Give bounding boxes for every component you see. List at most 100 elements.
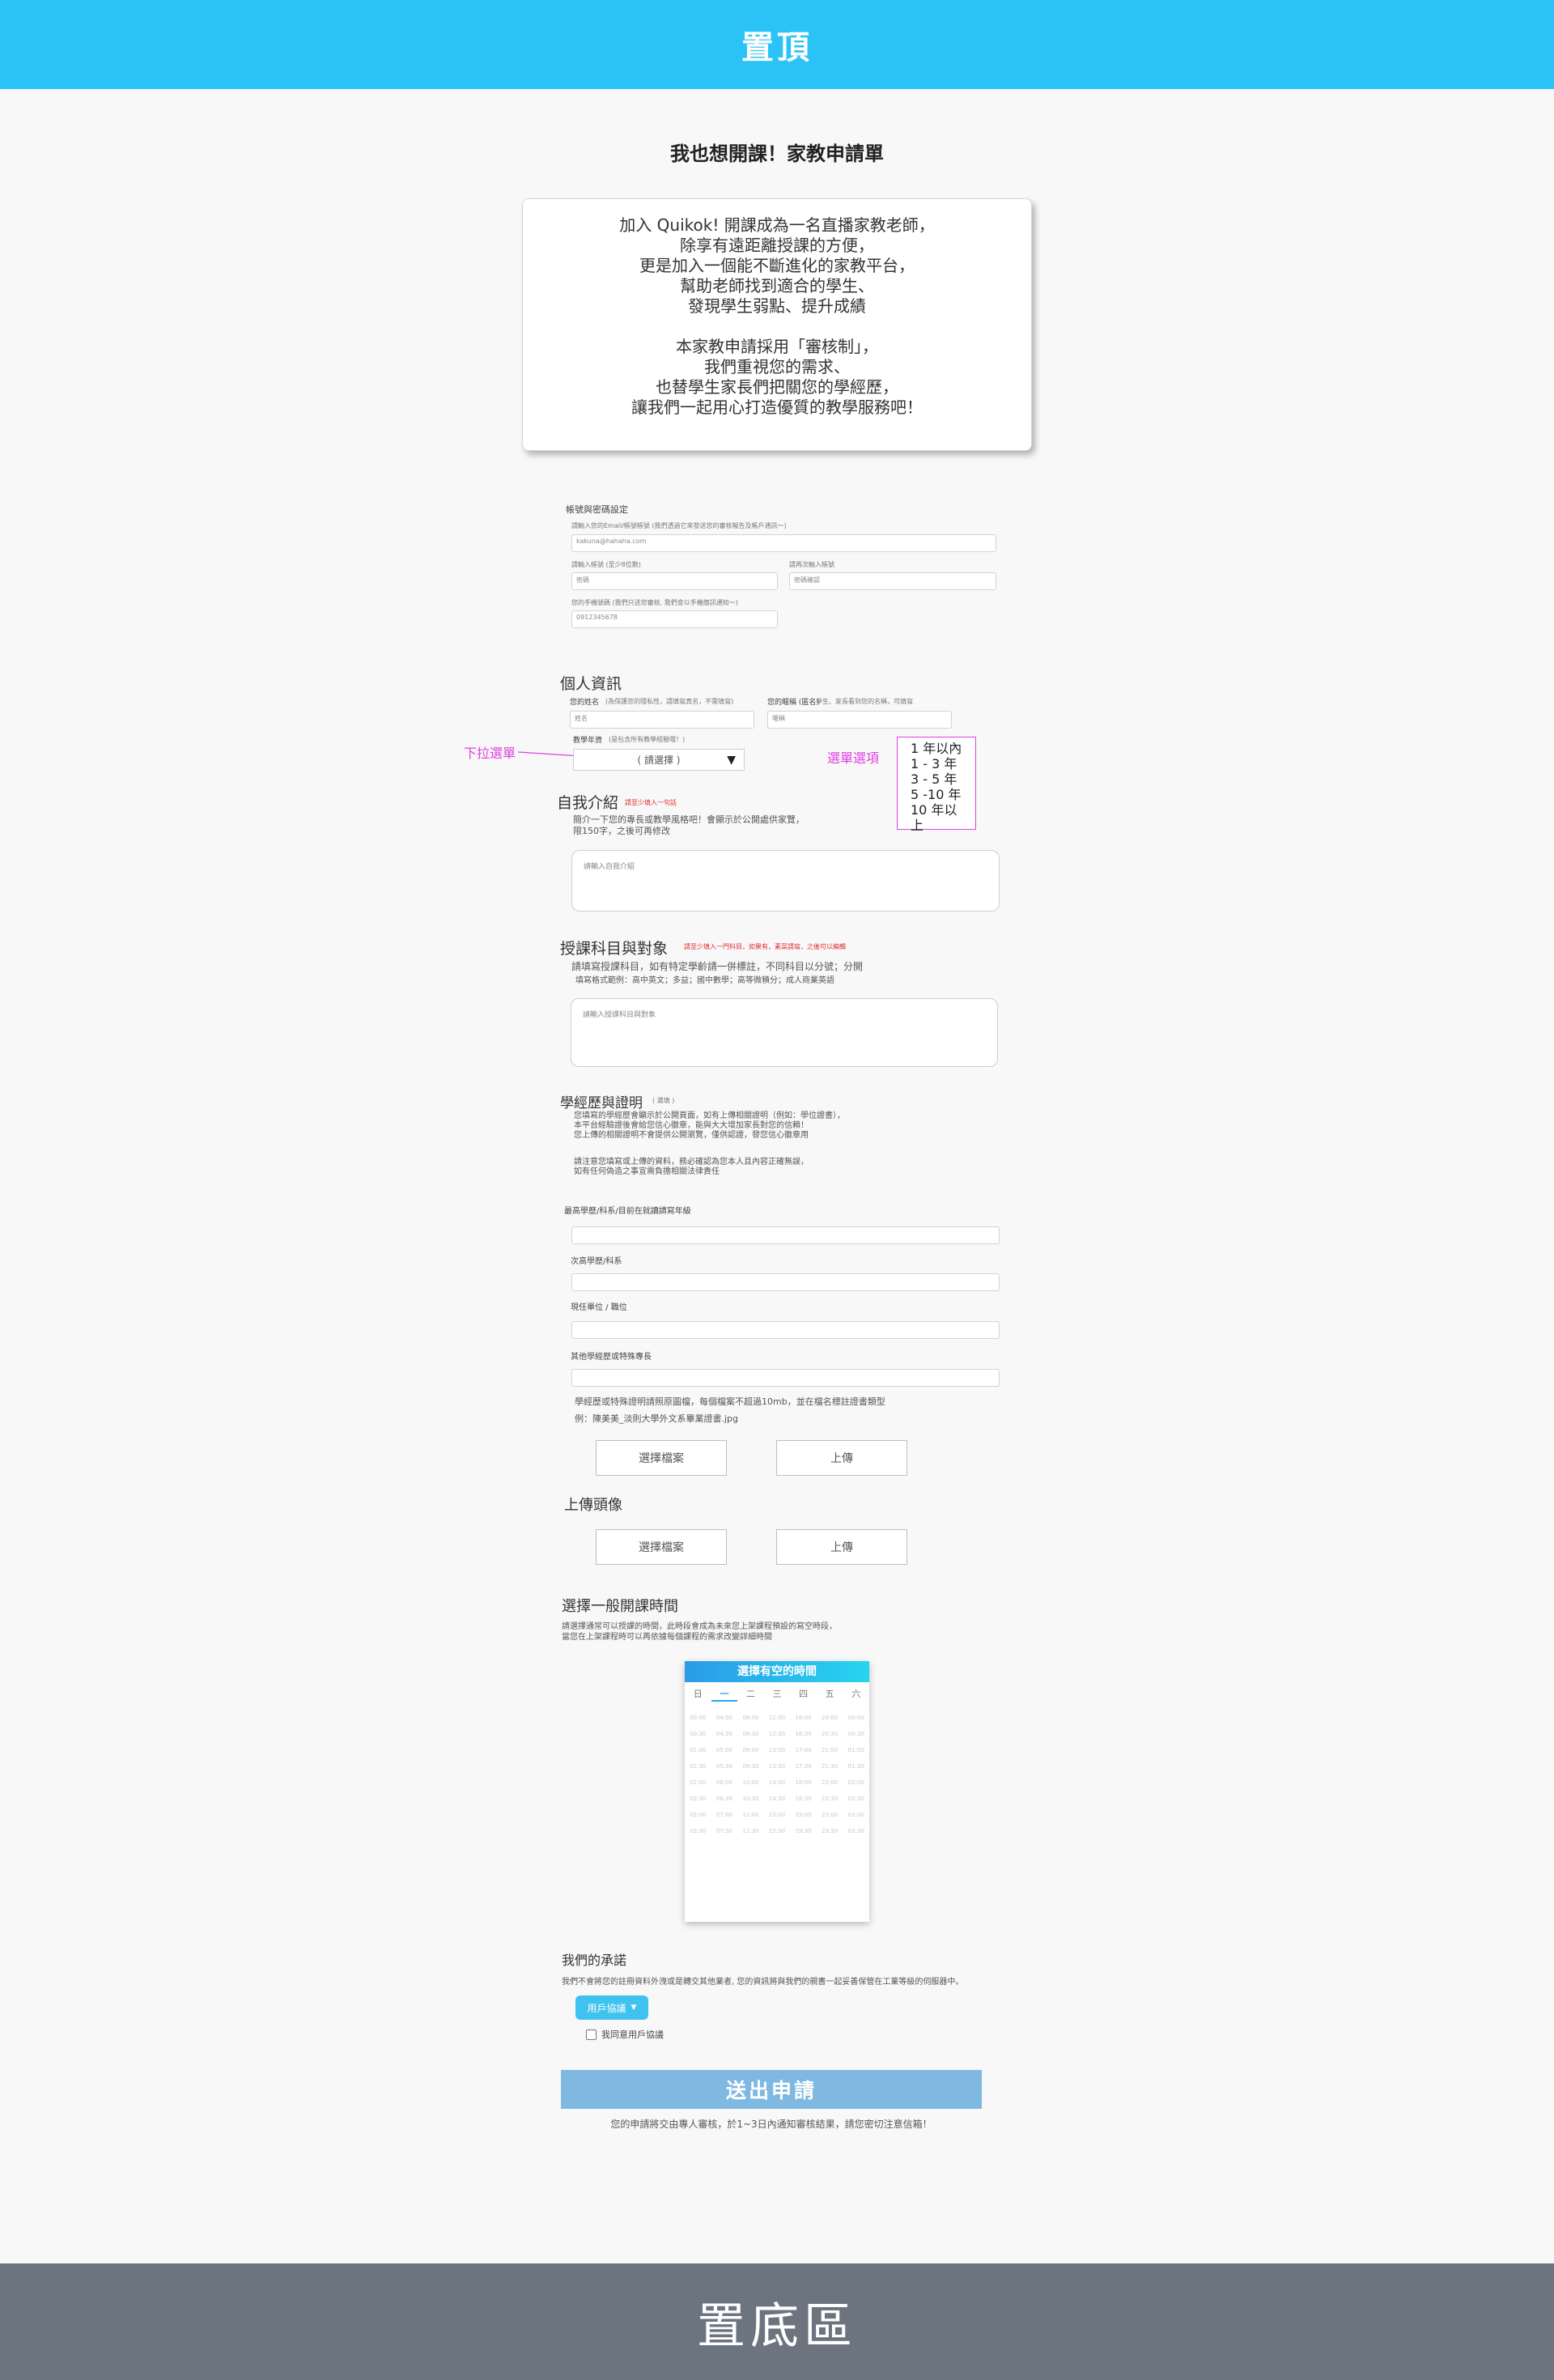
time-slot[interactable]: 09:30: [737, 1763, 764, 1770]
experience-options-list: 1 年以內 1 - 3 年 3 - 5 年 5 -10 年 10 年以上: [897, 737, 976, 833]
time-slot[interactable]: 13:00: [764, 1747, 791, 1753]
time-slot[interactable]: 02:00: [843, 1779, 869, 1786]
time-slot[interactable]: 01:30: [685, 1763, 711, 1770]
time-slot[interactable]: 10:30: [737, 1796, 764, 1802]
phone-field[interactable]: 0912345678: [571, 610, 778, 628]
time-slot[interactable]: 19:00: [790, 1812, 817, 1818]
time-picker: 選擇有空的時間 日 一 二 三 四 五 六 00:00 04:00 08:00 12:…: [685, 1661, 869, 1922]
time-slot[interactable]: 00:00: [843, 1715, 869, 1721]
choose-file-button[interactable]: 選擇檔案: [596, 1440, 727, 1476]
time-slot[interactable]: 23:00: [817, 1812, 843, 1818]
time-slot[interactable]: 18:30: [790, 1796, 817, 1802]
time-slot[interactable]: 19:30: [790, 1828, 817, 1834]
email-field[interactable]: kakuna@hahaha.com: [571, 534, 996, 552]
highest-degree-field[interactable]: [571, 1226, 1000, 1244]
time-slot[interactable]: 00:30: [685, 1731, 711, 1737]
time-slot[interactable]: 07:30: [711, 1828, 738, 1834]
experience-option[interactable]: 3 - 5 年: [911, 771, 962, 787]
agree-checkbox-label: 我同意用戶協議: [601, 2029, 664, 2040]
name-field[interactable]: 姓名: [570, 711, 754, 729]
time-slot[interactable]: 06:00: [711, 1779, 738, 1786]
time-slot[interactable]: 05:30: [711, 1763, 738, 1770]
education-note-line: 請注意您填寫或上傳的資料，務必確認為您本人且內容正確無誤，: [574, 1158, 809, 1167]
time-slot[interactable]: 03:00: [685, 1812, 711, 1818]
second-degree-field[interactable]: [571, 1273, 1000, 1291]
nickname-field[interactable]: 暱稱: [767, 711, 952, 729]
options-annotation: 選單選項: [827, 750, 880, 766]
highest-degree-label: 最高學歷/科系/目前在就讀請寫年級: [564, 1207, 691, 1216]
time-slot[interactable]: 12:30: [764, 1731, 791, 1737]
time-slot[interactable]: 11:00: [737, 1812, 764, 1818]
weekday-tab[interactable]: 五: [817, 1687, 843, 1702]
agree-checkbox[interactable]: [586, 2029, 597, 2040]
time-slot[interactable]: 03:30: [843, 1828, 869, 1834]
time-slot[interactable]: 14:00: [764, 1779, 791, 1786]
time-slot[interactable]: 21:00: [817, 1747, 843, 1753]
agreement-dropdown-button[interactable]: 用戶協議 ▼: [575, 1995, 648, 2020]
schedule-desc-line: 請選擇通常可以授課的時間，此時段會成為未來您上架課程預設的寫空時段，: [562, 1622, 837, 1631]
time-slot[interactable]: 02:30: [685, 1796, 711, 1802]
education-heading: 學經歷與證明: [560, 1095, 643, 1111]
upload-button[interactable]: 上傳: [776, 1440, 907, 1476]
subjects-textarea[interactable]: 請輸入授課科目與對象: [571, 998, 998, 1067]
experience-option[interactable]: 1 - 3 年: [911, 756, 962, 771]
weekday-tabs: 日 一 二 三 四 五 六: [685, 1682, 869, 1706]
current-position-field[interactable]: [571, 1321, 1000, 1339]
weekday-tab[interactable]: 日: [685, 1687, 711, 1702]
time-slot[interactable]: 14:30: [764, 1796, 791, 1802]
time-slot[interactable]: 09:00: [737, 1747, 764, 1753]
other-experience-field[interactable]: [571, 1369, 1000, 1387]
self-intro-desc: 限150字，之後可再修改: [573, 826, 670, 836]
time-slot[interactable]: 10:00: [737, 1779, 764, 1786]
password-field[interactable]: 密碼: [571, 572, 778, 590]
time-slot[interactable]: 18:00: [790, 1779, 817, 1786]
self-intro-textarea[interactable]: 請輸入自我介紹: [571, 850, 1000, 912]
time-slot[interactable]: 15:30: [764, 1828, 791, 1834]
time-slot[interactable]: 04:00: [711, 1715, 738, 1721]
time-slot[interactable]: 11:30: [737, 1828, 764, 1834]
weekday-tab[interactable]: 六: [843, 1687, 869, 1702]
time-slot[interactable]: 21:30: [817, 1763, 843, 1770]
time-slot[interactable]: 00:30: [843, 1731, 869, 1737]
time-slot[interactable]: 12:00: [764, 1715, 791, 1721]
avatar-choose-file-button[interactable]: 選擇檔案: [596, 1529, 727, 1565]
time-slot[interactable]: 03:30: [685, 1828, 711, 1834]
time-slot[interactable]: 22:00: [817, 1779, 843, 1786]
time-slot[interactable]: 20:00: [817, 1715, 843, 1721]
time-slot[interactable]: 16:00: [790, 1715, 817, 1721]
intro-line: 本家教申請採用「審核制」，: [676, 337, 878, 356]
time-slot[interactable]: 01:30: [843, 1763, 869, 1770]
experience-option[interactable]: 10 年以上: [911, 802, 962, 833]
submit-button[interactable]: 送出申請: [561, 2070, 982, 2109]
time-slot[interactable]: 22:30: [817, 1796, 843, 1802]
time-slot[interactable]: 04:30: [711, 1731, 738, 1737]
weekday-tab[interactable]: 二: [737, 1687, 764, 1702]
time-slot[interactable]: 17:00: [790, 1747, 817, 1753]
experience-option[interactable]: 1 年以內: [911, 741, 962, 756]
time-slot[interactable]: 20:30: [817, 1731, 843, 1737]
weekday-tab[interactable]: 三: [764, 1687, 791, 1702]
time-slot[interactable]: 13:30: [764, 1763, 791, 1770]
time-slot[interactable]: 01:00: [685, 1747, 711, 1753]
time-slot[interactable]: 02:30: [843, 1796, 869, 1802]
time-slot[interactable]: 08:00: [737, 1715, 764, 1721]
experience-select[interactable]: ( 請選擇 ) ▼: [573, 749, 745, 771]
education-note-line: 您上傳的相關證明不會提供公開瀏覽，僅供認證，發您信心徽章用: [574, 1131, 809, 1140]
time-slot[interactable]: 02:00: [685, 1779, 711, 1786]
time-slot[interactable]: 08:30: [737, 1731, 764, 1737]
avatar-upload-button[interactable]: 上傳: [776, 1529, 907, 1565]
time-slot[interactable]: 01:00: [843, 1747, 869, 1753]
time-slot[interactable]: 23:30: [817, 1828, 843, 1834]
time-slot[interactable]: 03:00: [843, 1812, 869, 1818]
weekday-tab[interactable]: 一: [711, 1687, 738, 1702]
time-slot[interactable]: 00:00: [685, 1715, 711, 1721]
password-confirm-field[interactable]: 密碼確認: [789, 572, 996, 590]
experience-option[interactable]: 5 -10 年: [911, 787, 962, 802]
time-slot[interactable]: 05:00: [711, 1747, 738, 1753]
time-slot[interactable]: 07:00: [711, 1812, 738, 1818]
time-slot[interactable]: 16:30: [790, 1731, 817, 1737]
time-slot[interactable]: 06:30: [711, 1796, 738, 1802]
time-slot[interactable]: 15:00: [764, 1812, 791, 1818]
time-slot[interactable]: 17:30: [790, 1763, 817, 1770]
weekday-tab[interactable]: 四: [790, 1687, 817, 1702]
